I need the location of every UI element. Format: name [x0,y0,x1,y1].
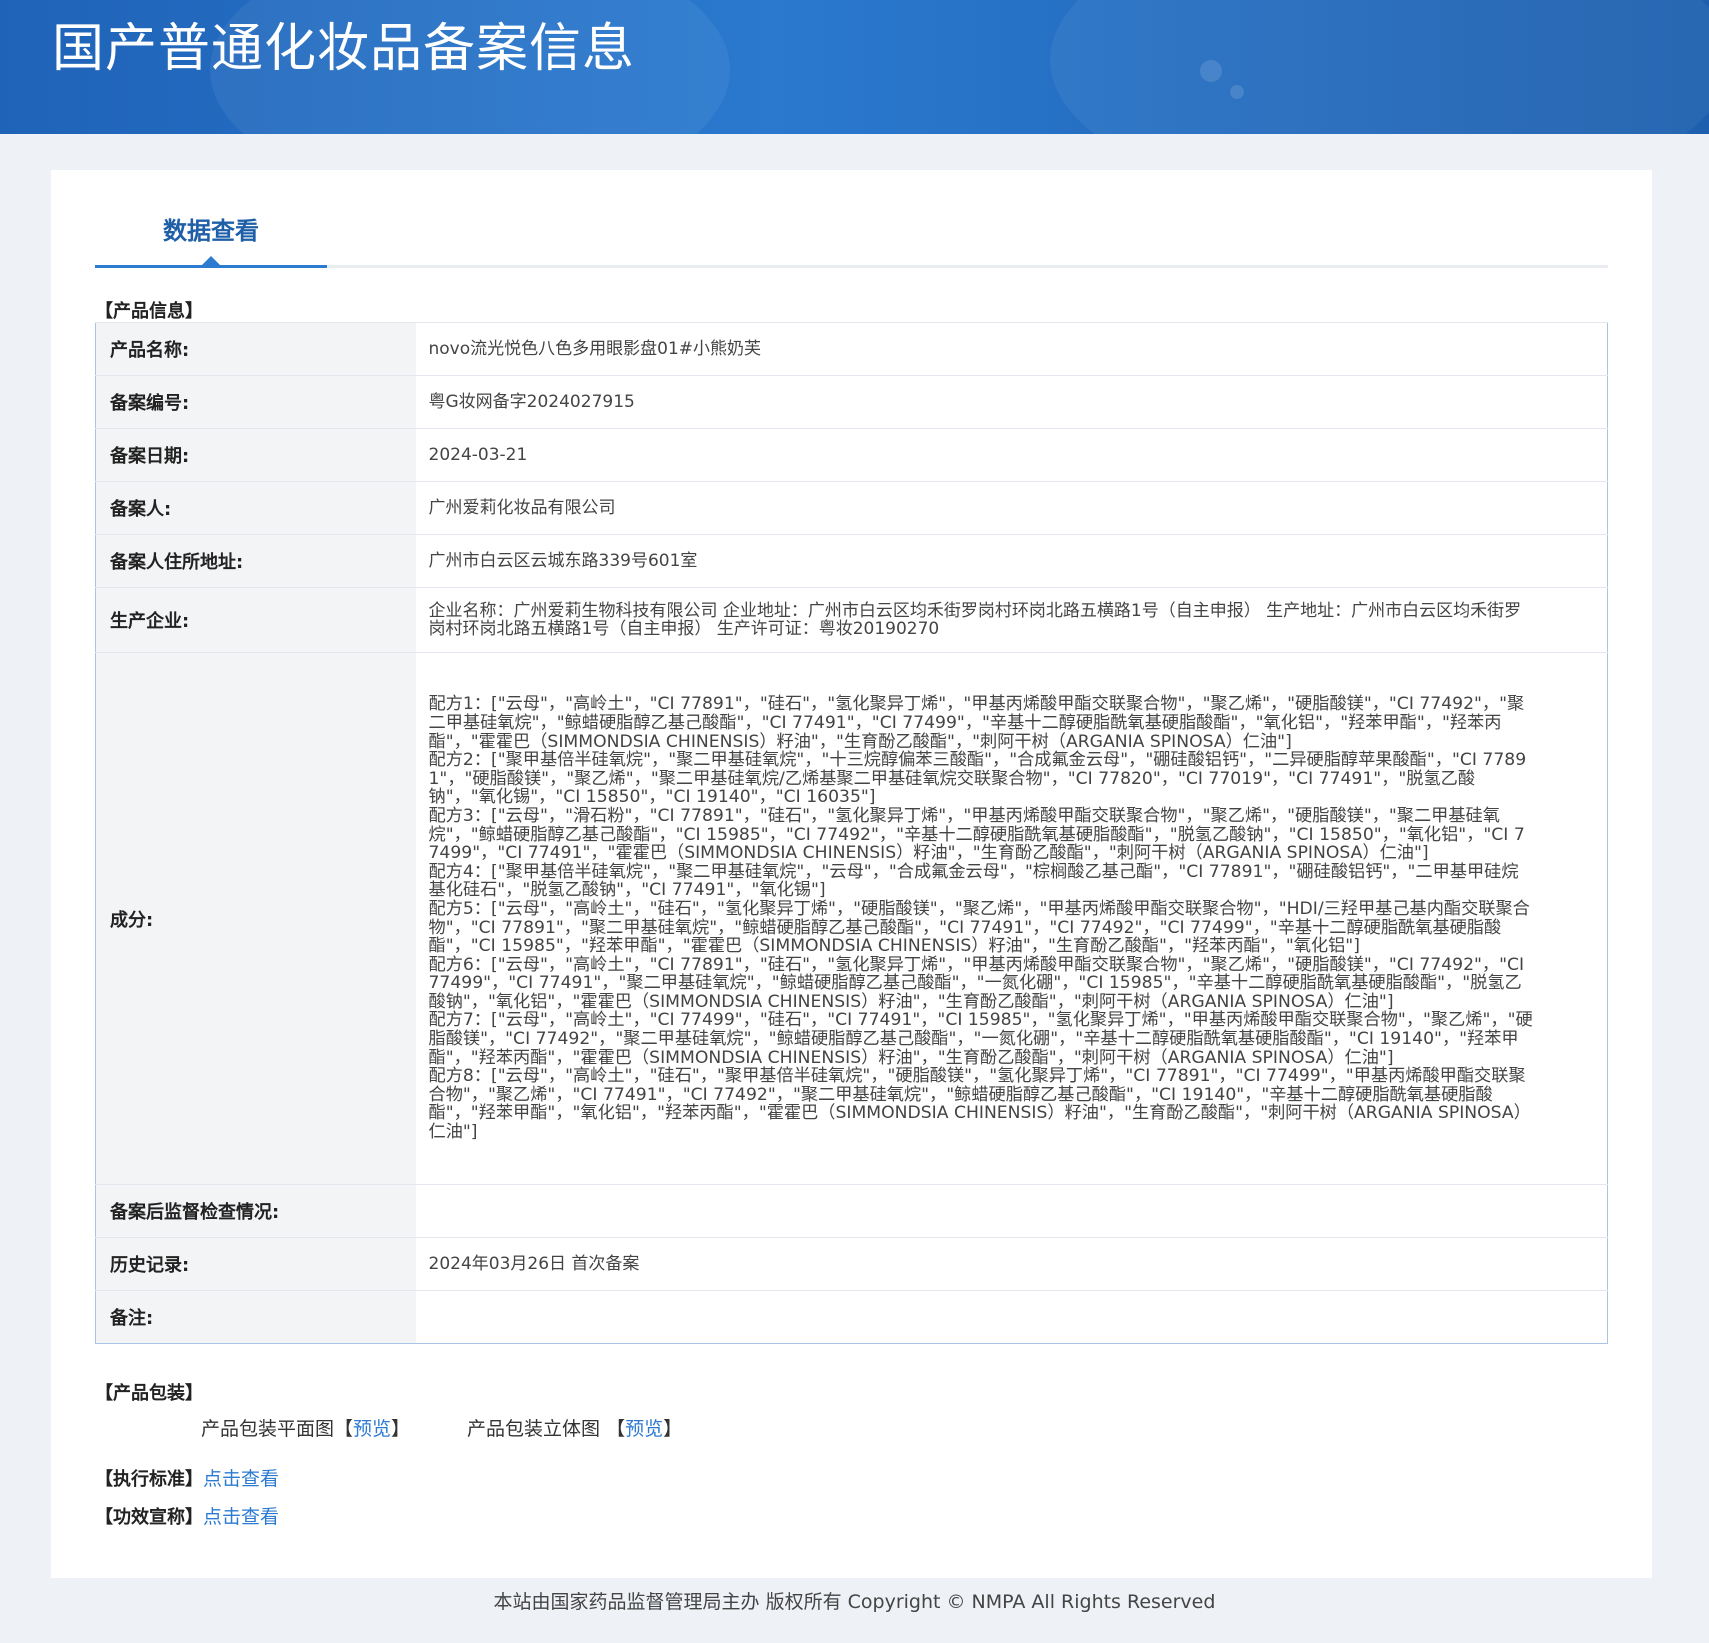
banner-decoration [1050,0,1709,134]
preview-stereo-link[interactable]: 预览 [625,1418,663,1440]
table-row: 历史记录: 2024年03月26日 首次备案 [95,1237,1608,1291]
ingredients-cell: 配方1：["云母"，"高岭土"，"CI 77891"，"硅石"，"氢化聚异丁烯"… [415,652,1608,1185]
section-efficacy: 【功效宣称】点击查看 [95,1502,279,1529]
package-flat-label: 产品包装平面图 [201,1418,335,1440]
bracket: 【 [606,1418,626,1440]
row-key: 备注: [95,1290,416,1344]
banner-decoration [1230,85,1244,99]
formula-text: 配方3：["云母"，"滑石粉"，"CI 77891"，"硅石"，"氢化聚异丁烯"… [428,805,1525,864]
formula-text: 配方5：["云母"，"高岭土"，"硅石"，"氢化聚异丁烯"，"硬脂酸镁"，"聚乙… [428,898,1530,957]
formula-text: 配方4：["聚甲基倍半硅氧烷"，"聚二甲基硅氧烷"，"云母"，"合成氟金云母"，… [428,861,1519,901]
row-value: 粤G妆网备字2024027915 [415,375,1608,429]
tab-data-view[interactable]: 数据查看 [95,205,327,262]
header-banner: 国产普通化妆品备案信息 [0,0,1709,134]
efficacy-label: 【功效宣称】 [95,1507,203,1528]
footer-copyright: 本站由国家药品监督管理局主办 版权所有 Copyright © NMPA All… [493,1591,1216,1613]
tab-caret-icon [202,256,220,265]
bracket: 】 [391,1418,411,1440]
table-row: 成分: 配方1：["云母"，"高岭土"，"CI 77891"，"硅石"，"氢化聚… [95,652,1608,1185]
tab-active-underline [95,265,327,268]
row-value [415,1290,1608,1344]
standard-label: 【执行标准】 [95,1469,203,1490]
package-stereo-item: 产品包装立体图 【预览】 [467,1414,682,1441]
row-value: 2024年03月26日 首次备案 [415,1237,1608,1291]
section-packaging: 【产品包装】 [95,1383,203,1404]
table-row: 产品名称: novo流光悦色八色多用眼影盘01#小熊奶芙 [95,322,1608,376]
table-row: 备案人: 广州爱莉化妆品有限公司 [95,481,1608,535]
section-product-info: 【产品信息】 [95,301,203,322]
formula-text: 配方2：["聚甲基倍半硅氧烷"，"聚二甲基硅氧烷"，"十三烷醇偏苯三酸酯"，"合… [428,750,1527,808]
package-flat-item: 产品包装平面图【预览】 [201,1414,410,1441]
row-value: 广州市白云区云城东路339号601室 [415,534,1608,588]
row-value: 2024-03-21 [415,428,1608,482]
row-value: novo流光悦色八色多用眼影盘01#小熊奶芙 [415,322,1608,376]
table-row: 备注: [95,1290,1608,1344]
row-key: 备案日期: [95,428,416,482]
standard-view-link[interactable]: 点击查看 [203,1468,279,1490]
preview-flat-link[interactable]: 预览 [353,1418,391,1440]
row-key: 备案人住所地址: [95,534,416,588]
table-row: 备案日期: 2024-03-21 [95,428,1608,482]
banner-decoration [1200,60,1222,82]
formula-text: 配方7：["云母"，"高岭土"，"CI 77499"，"硅石"，"CI 7749… [428,1010,1533,1068]
table-row: 备案编号: 粤G妆网备字2024027915 [95,375,1608,429]
table-row: 备案人住所地址: 广州市白云区云城东路339号601室 [95,534,1608,588]
formula-text: 配方8：["云母"，"高岭土"，"硅石"，"聚甲基倍半硅氧烷"，"硬脂酸镁"，"… [428,1066,1531,1143]
efficacy-view-link[interactable]: 点击查看 [203,1506,279,1528]
row-key: 备案后监督检查情况: [95,1184,416,1238]
page-title: 国产普通化妆品备案信息 [52,19,636,79]
row-key: 备案编号: [95,375,416,429]
row-key: 生产企业: [95,587,416,653]
package-stereo-label: 产品包装立体图 [467,1418,601,1440]
content-card: 数据查看 【产品信息】 产品名称: novo流光悦色八色多用眼影盘01#小熊奶芙… [51,170,1652,1578]
row-value: 广州爱莉化妆品有限公司 [415,481,1608,535]
bracket: 】 [663,1418,683,1440]
row-key: 历史记录: [95,1237,416,1291]
product-info-table: 产品名称: novo流光悦色八色多用眼影盘01#小熊奶芙 备案编号: 粤G妆网备… [95,322,1608,1344]
section-standard: 【执行标准】点击查看 [95,1464,279,1491]
table-row: 生产企业: 企业名称：广州爱莉生物科技有限公司 企业地址：广州市白云区均禾街罗岗… [95,587,1608,653]
formula-text: 配方1：["云母"，"高岭土"，"CI 77891"，"硅石"，"氢化聚异丁烯"… [428,694,1525,752]
row-key: 备案人: [95,481,416,535]
table-row: 备案后监督检查情况: [95,1184,1608,1238]
row-key: 成分: [95,652,416,1185]
formula-text: 配方6：["云母"，"高岭土"，"CI 77891"，"硅石"，"氢化聚异丁烯"… [428,954,1525,1012]
tab-bar: 数据查看 [95,170,1608,268]
bracket: 【 [334,1418,354,1440]
row-value [415,1184,1608,1238]
row-key: 产品名称: [95,322,416,376]
row-value: 企业名称：广州爱莉生物科技有限公司 企业地址：广州市白云区均禾街罗岗村环岗北路五… [415,587,1608,653]
